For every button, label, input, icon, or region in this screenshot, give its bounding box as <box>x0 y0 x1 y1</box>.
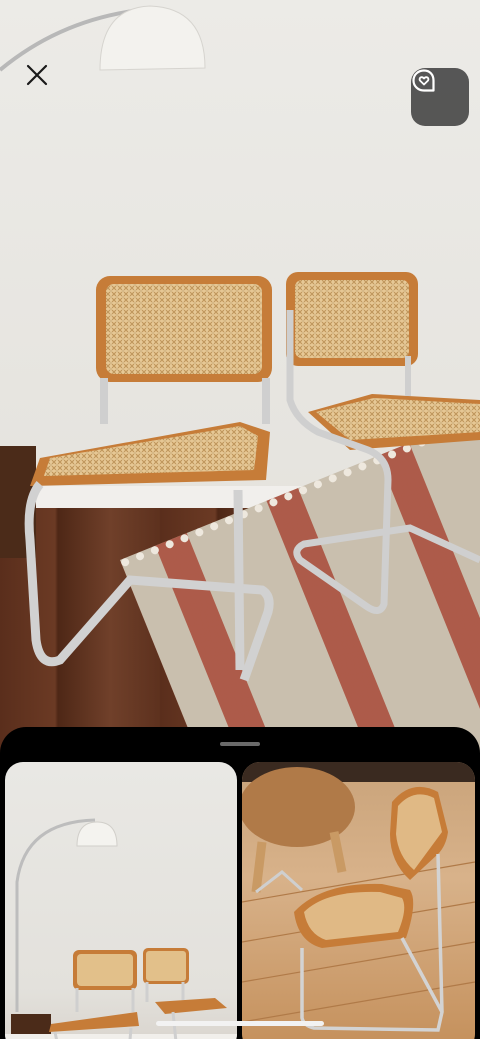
result-thumbnail-2[interactable] <box>242 762 475 1039</box>
result-thumbnail-1[interactable] <box>5 762 237 1039</box>
results-sheet[interactable] <box>0 727 480 1039</box>
image-thumbnail <box>5 818 237 1039</box>
hero-illustration <box>0 5 480 682</box>
visual-lookup-button[interactable] <box>411 68 469 126</box>
visual-lookup-icon <box>412 69 435 92</box>
hero-photo <box>0 0 480 760</box>
home-indicator[interactable] <box>156 1021 324 1026</box>
sheet-grabber[interactable] <box>220 742 260 746</box>
close-icon <box>26 64 48 86</box>
close-button[interactable] <box>26 64 68 106</box>
image-thumbnail <box>242 762 475 1032</box>
